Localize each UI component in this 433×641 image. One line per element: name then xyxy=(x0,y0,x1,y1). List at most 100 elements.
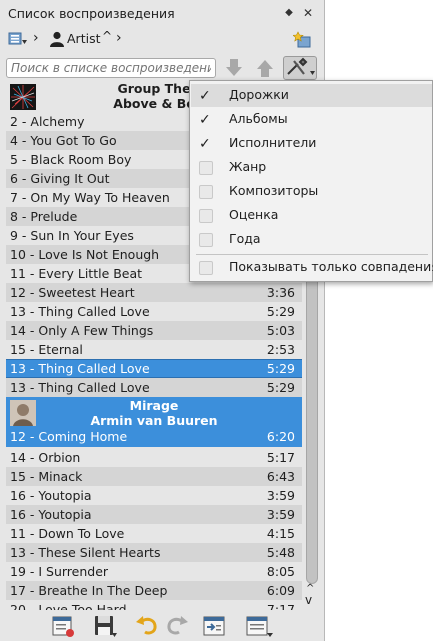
menu-item-label: Показывать только совпадения xyxy=(229,259,433,274)
search-input[interactable] xyxy=(6,58,216,78)
album-artist: Armin van Buuren xyxy=(90,413,218,428)
panel-title-bar: Список воспроизведения ◆ ✕ xyxy=(0,0,325,26)
track-title: 16 - Youtopia xyxy=(10,507,92,522)
track-title: 13 - Thing Called Love xyxy=(10,380,150,395)
checkbox-unchecked xyxy=(199,185,213,199)
menu-item-label: Оценка xyxy=(229,207,279,222)
breadcrumb-item-artist[interactable]: Artist xyxy=(67,31,100,46)
checkbox-unchecked xyxy=(199,233,213,247)
track-duration: 2:53 xyxy=(266,342,295,357)
menu-item-tracks[interactable]: ✓ Дорожки xyxy=(191,84,432,107)
table-row[interactable]: 16 - Youtopia 3:59 xyxy=(6,505,302,524)
close-icon[interactable]: ✕ xyxy=(300,5,316,21)
track-duration: 3:59 xyxy=(266,488,295,503)
check-icon: ✓ xyxy=(199,112,211,128)
menu-item-label: Композиторы xyxy=(229,183,319,198)
scroll-down-icon[interactable]: v xyxy=(305,594,312,606)
track-title: 15 - Minack xyxy=(10,469,83,484)
track-title: 10 - Love Is Not Enough xyxy=(10,247,160,262)
queue-manager-icon[interactable] xyxy=(201,613,227,639)
track-title: 15 - Eternal xyxy=(10,342,83,357)
track-title: 19 - I Surrender xyxy=(10,564,109,579)
redo-icon[interactable] xyxy=(164,613,190,639)
track-title: 4 - You Got To Go xyxy=(10,133,117,148)
menu-item-label: Жанр xyxy=(229,159,267,174)
check-icon: ✓ xyxy=(199,88,211,104)
search-row xyxy=(0,55,325,81)
check-icon: ✓ xyxy=(199,136,211,152)
table-row[interactable]: 13 - Thing Called Love 5:29 xyxy=(6,378,302,397)
breadcrumb-separator: › xyxy=(33,30,39,46)
filter-settings-icon[interactable] xyxy=(283,56,317,80)
track-duration: 5:29 xyxy=(266,304,295,319)
track-title: 13 - Thing Called Love xyxy=(10,304,150,319)
track-duration: 5:03 xyxy=(266,323,295,338)
undo-icon[interactable] xyxy=(134,613,160,639)
track-title: 13 - These Silent Hearts xyxy=(10,545,161,560)
menu-item-show-only-matches[interactable]: Показывать только совпадения xyxy=(191,256,433,279)
track-duration: 5:29 xyxy=(266,380,295,395)
table-row[interactable]: 15 - Minack 6:43 xyxy=(6,467,302,486)
track-title: 20 - Love Too Hard xyxy=(10,602,127,610)
arrow-up-icon[interactable] xyxy=(252,56,278,80)
menu-item-albums[interactable]: ✓ Альбомы xyxy=(191,108,432,131)
menu-item-composers[interactable]: Композиторы xyxy=(191,180,432,203)
table-row[interactable]: 20 - Love Too Hard 7:17 xyxy=(6,600,302,610)
checkbox-unchecked xyxy=(199,161,213,175)
track-title: 14 - Orbion xyxy=(10,450,81,465)
track-duration: 3:59 xyxy=(266,507,295,522)
playlist-layout-icon[interactable] xyxy=(244,613,274,639)
track-duration: 4:15 xyxy=(266,526,295,541)
track-duration: 6:20 xyxy=(266,429,295,444)
table-row[interactable]: 14 - Only A Few Things 5:03 xyxy=(6,321,302,340)
menu-separator xyxy=(196,254,428,255)
table-row[interactable]: 19 - I Surrender 8:05 xyxy=(6,562,302,581)
track-title: 5 - Black Room Boy xyxy=(10,152,132,167)
track-duration: 7:17 xyxy=(266,602,295,610)
menu-item-genre[interactable]: Жанр xyxy=(191,156,432,179)
arrow-down-icon[interactable] xyxy=(221,56,247,80)
track-title: 14 - Only A Few Things xyxy=(10,323,154,338)
track-title: 13 - Thing Called Love xyxy=(10,361,150,376)
menu-item-rating[interactable]: Оценка xyxy=(191,204,432,227)
table-row[interactable]: 14 - Orbion 5:17 xyxy=(6,448,302,467)
checkbox-unchecked xyxy=(199,209,213,223)
save-playlist-icon[interactable] xyxy=(92,613,118,639)
table-row[interactable]: 12 - Sweetest Heart 3:36 xyxy=(6,283,302,302)
sort-ascending-icon[interactable]: ^ xyxy=(102,29,112,43)
sort-playlist-icon[interactable] xyxy=(8,30,28,50)
bottom-toolbar xyxy=(0,610,325,641)
track-title: 12 - Coming Home xyxy=(10,429,128,444)
track-title: 11 - Down To Love xyxy=(10,526,125,541)
album-title: Mirage xyxy=(129,398,179,413)
table-row[interactable]: 11 - Down To Love 4:15 xyxy=(6,524,302,543)
table-row[interactable]: 13 - These Silent Hearts 5:48 xyxy=(6,543,302,562)
track-title: 6 - Giving It Out xyxy=(10,171,110,186)
track-duration: 5:29 xyxy=(266,361,295,376)
panel-title: Список воспроизведения xyxy=(8,6,175,21)
table-row[interactable]: 16 - Youtopia 3:59 xyxy=(6,486,302,505)
album-header-selected[interactable]: Mirage Armin van Buuren 12 - Coming Home… xyxy=(6,397,302,447)
clear-playlist-icon[interactable] xyxy=(50,613,76,639)
table-row[interactable]: 13 - Thing Called Love 5:29 xyxy=(6,302,302,321)
float-icon[interactable]: ◆ xyxy=(281,5,297,21)
add-level-icon[interactable] xyxy=(292,30,313,50)
menu-item-label: Года xyxy=(229,231,261,246)
track-title: 7 - On My Way To Heaven xyxy=(10,190,170,205)
menu-item-years[interactable]: Года xyxy=(191,228,432,251)
track-title: 12 - Sweetest Heart xyxy=(10,285,135,300)
filter-options-menu: ✓ Дорожки ✓ Альбомы ✓ Исполнители Жанр К… xyxy=(189,80,433,282)
track-duration: 5:48 xyxy=(266,545,295,560)
table-row[interactable]: 15 - Eternal 2:53 xyxy=(6,340,302,359)
table-row[interactable]: 17 - Breathe In The Deep 6:09 xyxy=(6,581,302,600)
track-duration: 5:17 xyxy=(266,450,295,465)
track-duration: 8:05 xyxy=(266,564,295,579)
table-row-selected[interactable]: 13 - Thing Called Love 5:29 xyxy=(6,359,302,378)
breadcrumb-more-chevron[interactable]: › xyxy=(116,30,122,46)
checkbox-unchecked xyxy=(199,261,213,275)
person-icon xyxy=(48,30,66,48)
track-title: 11 - Every Little Beat xyxy=(10,266,143,281)
track-duration: 6:09 xyxy=(266,583,295,598)
track-title: 16 - Youtopia xyxy=(10,488,92,503)
menu-item-artists[interactable]: ✓ Исполнители xyxy=(191,132,432,155)
